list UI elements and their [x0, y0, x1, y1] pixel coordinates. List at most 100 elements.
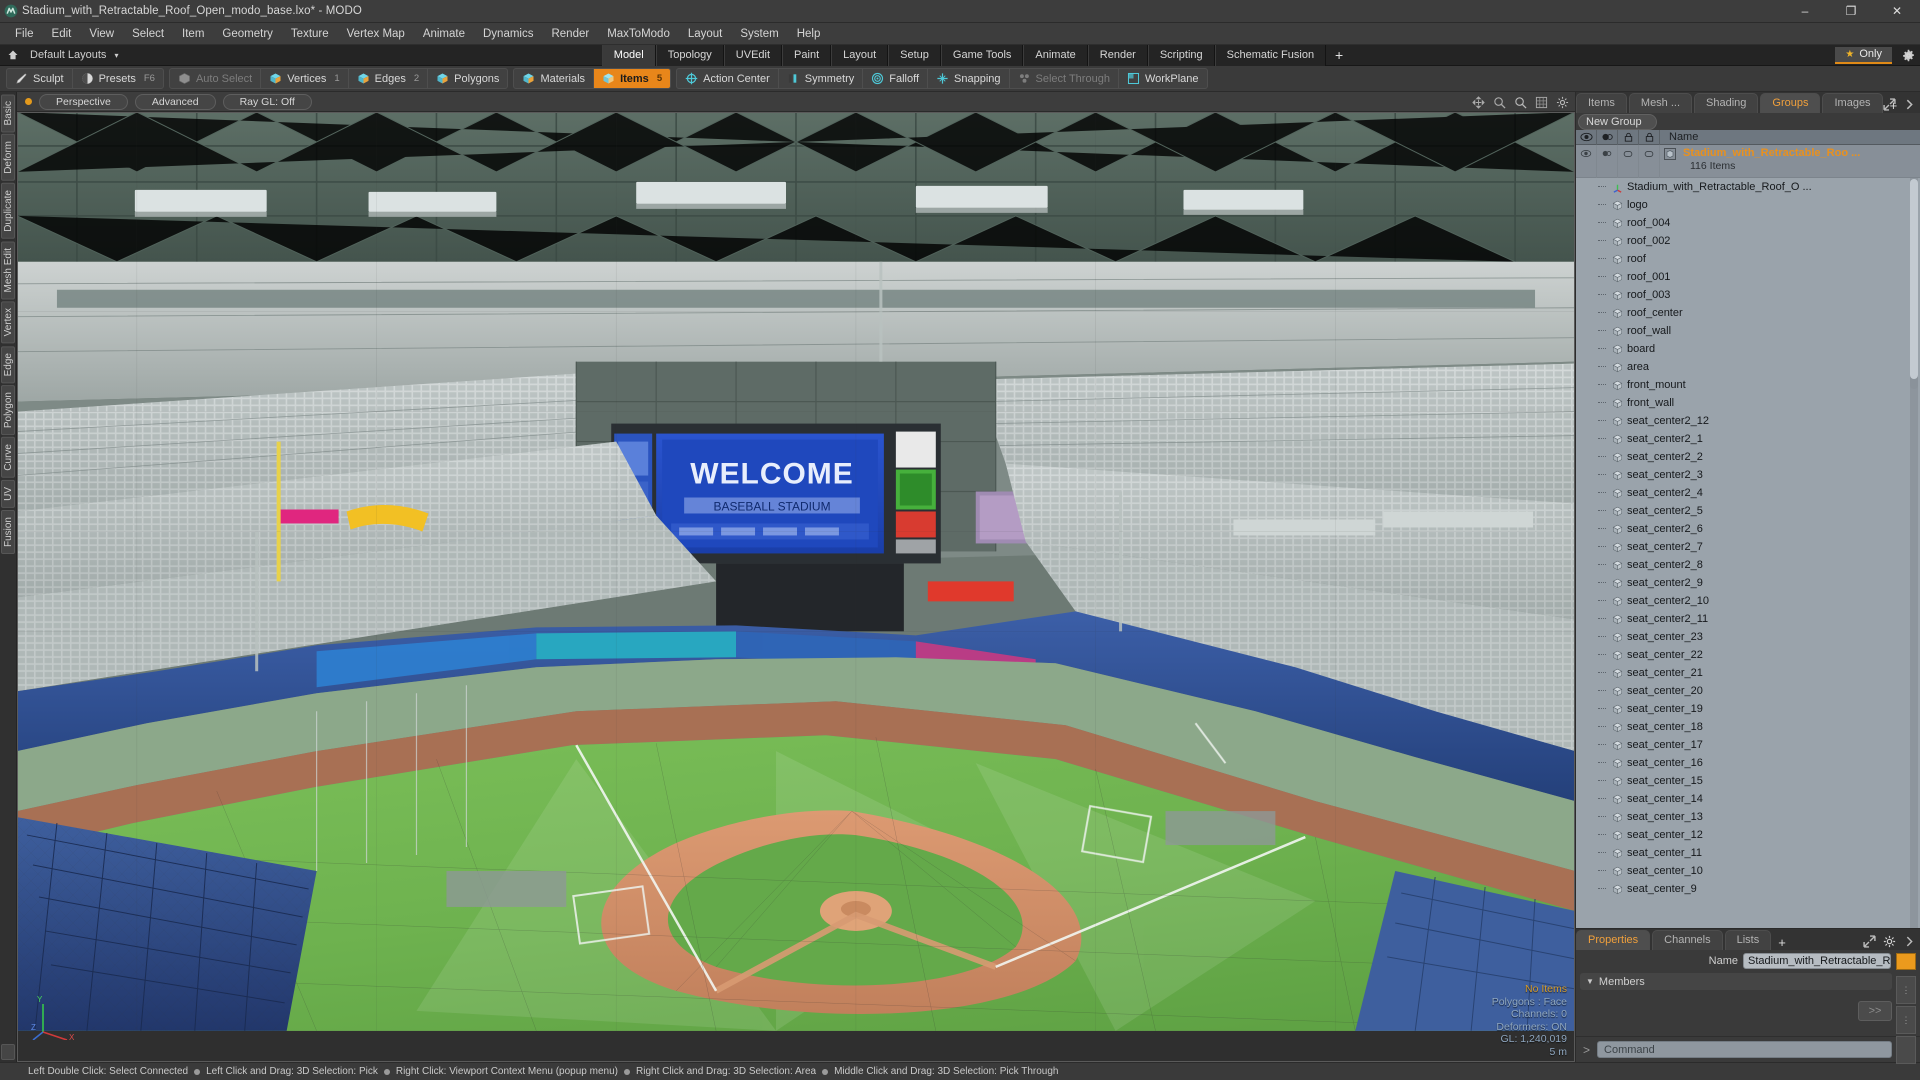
properties-side-seg-1[interactable]: ⋮ — [1896, 976, 1916, 1004]
menu-dynamics[interactable]: Dynamics — [474, 23, 542, 45]
tab-images[interactable]: Images — [1822, 93, 1883, 113]
tab-groups[interactable]: Groups — [1760, 93, 1821, 113]
grid-icon[interactable] — [1535, 96, 1548, 109]
members-section-header[interactable]: ▼ Members — [1580, 973, 1892, 990]
minimize-button[interactable]: – — [1782, 0, 1828, 23]
vtab-mesh-edit[interactable]: Mesh Edit — [1, 240, 15, 300]
list-item[interactable]: board — [1576, 340, 1920, 358]
toolbar-button-vertices[interactable]: Vertices 1 — [261, 69, 349, 88]
group-select-toggle[interactable] — [1639, 145, 1660, 178]
group-visibility-toggle[interactable] — [1576, 145, 1597, 178]
list-item[interactable]: seat_center2_4 — [1576, 484, 1920, 502]
members-list-box[interactable]: >> — [1580, 993, 1892, 1021]
list-item[interactable]: roof_center — [1576, 304, 1920, 322]
layout-tab-layout[interactable]: Layout — [831, 44, 889, 66]
gear-icon[interactable] — [1556, 96, 1569, 109]
list-item[interactable]: seat_center_12 — [1576, 826, 1920, 844]
move-view-icon[interactable] — [1472, 95, 1485, 109]
vtab-uv[interactable]: UV — [1, 479, 15, 508]
properties-side-seg-2[interactable]: ⋮ — [1896, 1006, 1916, 1034]
chevron-right-icon[interactable] — [1903, 98, 1916, 111]
list-item[interactable]: logo — [1576, 196, 1920, 214]
add-layout-tab-button[interactable]: + — [1326, 45, 1352, 66]
list-item[interactable]: seat_center_14 — [1576, 790, 1920, 808]
eye-icon[interactable] — [1576, 129, 1597, 145]
expand-icon[interactable] — [1863, 935, 1876, 948]
tab-mesh[interactable]: Mesh ... — [1628, 93, 1693, 113]
layout-tab-schematic-fusion[interactable]: Schematic Fusion — [1214, 44, 1327, 66]
layout-tab-model[interactable]: Model — [601, 44, 656, 66]
toolbar-button-presets[interactable]: Presets F6 — [73, 69, 163, 88]
menu-item[interactable]: Item — [173, 23, 213, 45]
list-item[interactable]: seat_center_13 — [1576, 808, 1920, 826]
menu-geometry[interactable]: Geometry — [213, 23, 282, 45]
menu-texture[interactable]: Texture — [282, 23, 338, 45]
3d-viewport[interactable]: WELCOME BASEBALL STADIUM No Items Polygo… — [17, 112, 1575, 1062]
list-item[interactable]: seat_center2_8 — [1576, 556, 1920, 574]
list-item[interactable]: seat_center_11 — [1576, 844, 1920, 862]
list-item[interactable]: seat_center_10 — [1576, 862, 1920, 880]
tab-properties[interactable]: Properties — [1576, 930, 1651, 950]
menu-select[interactable]: Select — [123, 23, 173, 45]
list-item[interactable]: seat_center_17 — [1576, 736, 1920, 754]
menu-view[interactable]: View — [80, 23, 123, 45]
list-item[interactable]: seat_center2_9 — [1576, 574, 1920, 592]
layout-tab-animate[interactable]: Animate — [1023, 44, 1088, 66]
item-list-scrollbar[interactable] — [1910, 179, 1918, 389]
list-item[interactable]: seat_center_21 — [1576, 664, 1920, 682]
layout-tab-uvedit[interactable]: UVEdit — [723, 44, 783, 66]
list-item[interactable]: seat_center_22 — [1576, 646, 1920, 664]
vtab-vertex[interactable]: Vertex — [1, 301, 15, 344]
list-item[interactable]: seat_center2_11 — [1576, 610, 1920, 628]
render-icon[interactable] — [1597, 129, 1618, 145]
vtab-edge[interactable]: Edge — [1, 345, 15, 384]
tab-items[interactable]: Items — [1576, 93, 1627, 113]
menu-animate[interactable]: Animate — [414, 23, 474, 45]
vtab-deform[interactable]: Deform — [1, 134, 15, 182]
expand-icon[interactable] — [1883, 98, 1896, 111]
list-item[interactable]: roof_wall — [1576, 322, 1920, 340]
toolbar-button-workplane[interactable]: WorkPlane — [1119, 69, 1207, 88]
menu-file[interactable]: File — [6, 23, 43, 45]
list-item[interactable]: front_wall — [1576, 394, 1920, 412]
color-swatch[interactable] — [1896, 952, 1916, 970]
group-lock-toggle[interactable] — [1618, 145, 1639, 178]
toolbar-button-snapping[interactable]: Snapping — [928, 69, 1010, 88]
gear-icon[interactable] — [1883, 935, 1896, 948]
list-item[interactable]: roof_001 — [1576, 268, 1920, 286]
list-item[interactable]: seat_center2_2 — [1576, 448, 1920, 466]
list-item[interactable]: seat_center2_1 — [1576, 430, 1920, 448]
name-property-field[interactable]: Stadium_with_Retractable_Roof_Open — [1743, 953, 1891, 969]
layout-tab-topology[interactable]: Topology — [655, 44, 724, 66]
menu-render[interactable]: Render — [542, 23, 598, 45]
menu-vertex-map[interactable]: Vertex Map — [338, 23, 414, 45]
list-item[interactable]: seat_center2_6 — [1576, 520, 1920, 538]
only-toggle-button[interactable]: ★ Only — [1835, 46, 1892, 64]
menu-maxtomodo[interactable]: MaxToModo — [598, 23, 679, 45]
list-item[interactable]: seat_center_15 — [1576, 772, 1920, 790]
layout-tab-setup[interactable]: Setup — [888, 44, 941, 66]
vtab-extra[interactable] — [1, 1044, 15, 1060]
group-render-toggle[interactable] — [1597, 145, 1618, 178]
list-item[interactable]: roof_002 — [1576, 232, 1920, 250]
list-item[interactable]: seat_center_20 — [1576, 682, 1920, 700]
members-expand-button[interactable]: >> — [1858, 1001, 1892, 1021]
zoom-view-icon[interactable] — [1493, 96, 1506, 109]
add-tab-button[interactable]: + — [1773, 935, 1791, 950]
viewport-shading-button[interactable]: Advanced — [134, 93, 216, 110]
new-group-button[interactable]: New Group — [1578, 113, 1657, 130]
menu-system[interactable]: System — [731, 23, 787, 45]
maximize-button[interactable]: ❐ — [1828, 0, 1874, 23]
list-item[interactable]: seat_center2_7 — [1576, 538, 1920, 556]
menu-edit[interactable]: Edit — [43, 23, 81, 45]
menu-layout[interactable]: Layout — [679, 23, 732, 45]
gear-icon[interactable] — [1896, 49, 1920, 62]
layout-tab-paint[interactable]: Paint — [782, 44, 832, 66]
vtab-curve[interactable]: Curve — [1, 437, 15, 478]
chevron-right-icon[interactable] — [1903, 935, 1916, 948]
tab-lists[interactable]: Lists — [1724, 930, 1772, 950]
close-button[interactable]: ✕ — [1874, 0, 1920, 23]
list-item[interactable]: seat_center2_3 — [1576, 466, 1920, 484]
lock-icon[interactable] — [1618, 129, 1639, 145]
toolbar-button-sculpt[interactable]: Sculpt — [7, 69, 73, 88]
